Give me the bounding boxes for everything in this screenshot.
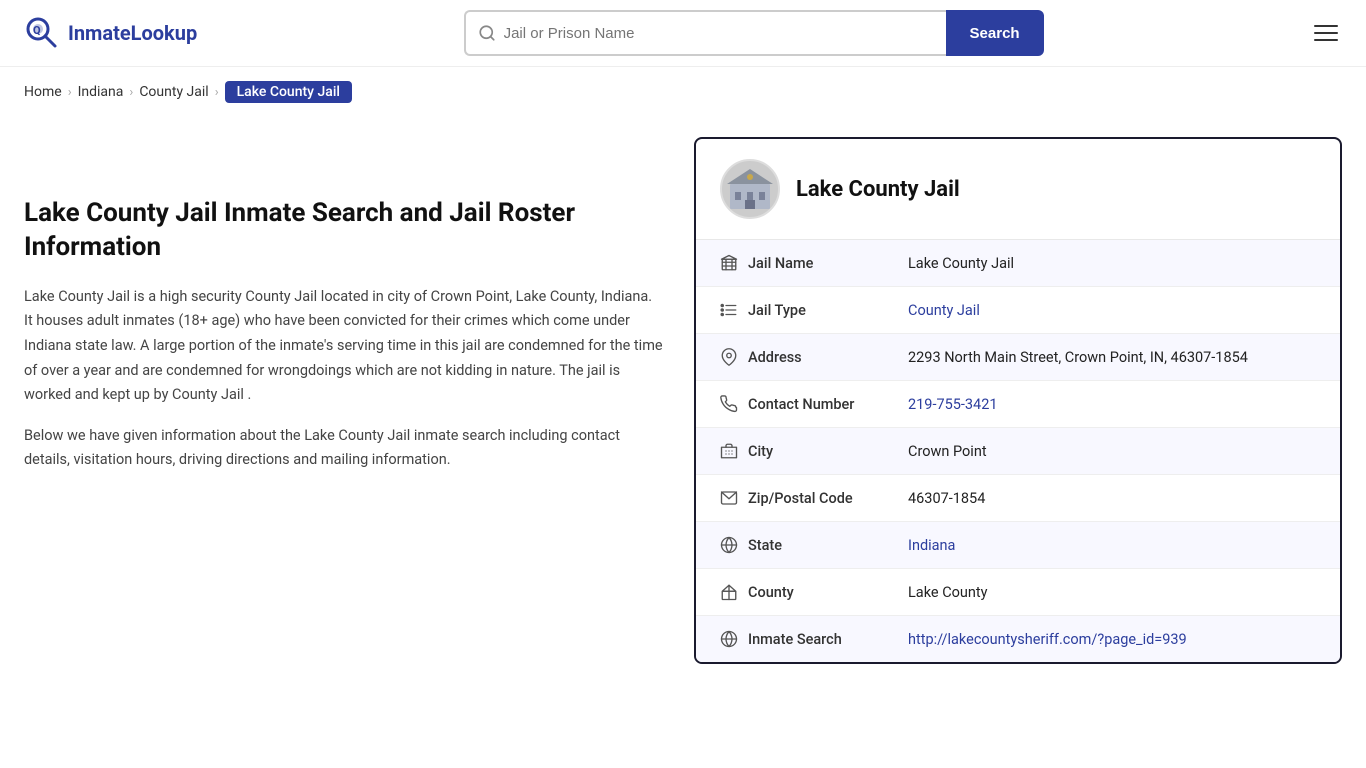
breadcrumb-indiana[interactable]: Indiana <box>78 84 124 100</box>
search-icon <box>478 24 496 42</box>
right-column: Lake County Jail Jail NameLake County Ja… <box>694 137 1342 664</box>
main-content: Lake County Jail Inmate Search and Jail … <box>0 117 1366 704</box>
building-icon <box>720 254 748 272</box>
search-button[interactable]: Search <box>946 10 1044 56</box>
row-label: State <box>748 537 908 554</box>
location-icon <box>720 348 748 366</box>
row-value: 2293 North Main Street, Crown Point, IN,… <box>908 349 1316 366</box>
globe-icon <box>720 536 748 554</box>
card-jail-name: Lake County Jail <box>796 177 960 202</box>
svg-text:Q: Q <box>33 24 41 37</box>
row-link[interactable]: http://lakecountysheriff.com/?page_id=93… <box>908 631 1187 648</box>
row-value: Lake County <box>908 584 1316 601</box>
table-row: Inmate Searchhttp://lakecountysheriff.co… <box>696 616 1340 662</box>
logo-text: InmateLookup <box>68 21 197 45</box>
table-row: Zip/Postal Code46307-1854 <box>696 475 1340 522</box>
row-label: Inmate Search <box>748 631 908 648</box>
table-row: CountyLake County <box>696 569 1340 616</box>
row-label: Contact Number <box>748 396 908 413</box>
row-value[interactable]: 219-755-3421 <box>908 396 1316 413</box>
row-label: Jail Type <box>748 302 908 319</box>
row-value: 46307-1854 <box>908 490 1316 507</box>
header: Q InmateLookup Search <box>0 0 1366 67</box>
jail-avatar <box>720 159 780 219</box>
search-input[interactable] <box>504 25 934 42</box>
row-label: Jail Name <box>748 255 908 272</box>
search-area: Search <box>464 10 1044 56</box>
row-value[interactable]: Indiana <box>908 537 1316 554</box>
breadcrumb-current: Lake County Jail <box>225 81 352 103</box>
page-description-2: Below we have given information about th… <box>24 424 664 473</box>
table-row: CityCrown Point <box>696 428 1340 475</box>
row-label: Zip/Postal Code <box>748 490 908 507</box>
row-link[interactable]: 219-755-3421 <box>908 396 998 413</box>
city-icon <box>720 442 748 460</box>
menu-icon[interactable] <box>1310 21 1342 45</box>
mail-icon <box>720 489 748 507</box>
breadcrumb-sep-3: › <box>215 85 219 100</box>
row-value: Lake County Jail <box>908 255 1316 272</box>
breadcrumb-home[interactable]: Home <box>24 84 62 100</box>
phone-icon <box>720 395 748 413</box>
row-label: City <box>748 443 908 460</box>
info-card: Lake County Jail Jail NameLake County Ja… <box>694 137 1342 664</box>
left-column: Lake County Jail Inmate Search and Jail … <box>24 137 664 664</box>
page-heading: Lake County Jail Inmate Search and Jail … <box>24 197 664 265</box>
row-link[interactable]: Indiana <box>908 537 955 554</box>
search-globe-icon <box>720 630 748 648</box>
jail-building-icon <box>725 164 775 214</box>
page-description-1: Lake County Jail is a high security Coun… <box>24 285 664 408</box>
logo[interactable]: Q InmateLookup <box>24 15 197 51</box>
search-wrapper <box>464 10 946 56</box>
breadcrumb-sep-1: › <box>68 85 72 100</box>
table-row: Jail NameLake County Jail <box>696 240 1340 287</box>
logo-icon: Q <box>24 15 60 51</box>
card-header: Lake County Jail <box>696 139 1340 240</box>
info-rows: Jail NameLake County JailJail TypeCounty… <box>696 240 1340 662</box>
row-value: Crown Point <box>908 443 1316 460</box>
row-value[interactable]: County Jail <box>908 302 1316 319</box>
breadcrumb-sep-2: › <box>129 85 133 100</box>
table-row: StateIndiana <box>696 522 1340 569</box>
table-row: Address2293 North Main Street, Crown Poi… <box>696 334 1340 381</box>
row-value[interactable]: http://lakecountysheriff.com/?page_id=93… <box>908 631 1316 648</box>
row-label: Address <box>748 349 908 366</box>
table-row: Contact Number219-755-3421 <box>696 381 1340 428</box>
breadcrumb-county-jail[interactable]: County Jail <box>139 84 208 100</box>
list-icon <box>720 301 748 319</box>
row-link[interactable]: County Jail <box>908 302 980 319</box>
breadcrumb: Home › Indiana › County Jail › Lake Coun… <box>0 67 1366 117</box>
row-label: County <box>748 584 908 601</box>
flag-icon <box>720 583 748 601</box>
table-row: Jail TypeCounty Jail <box>696 287 1340 334</box>
